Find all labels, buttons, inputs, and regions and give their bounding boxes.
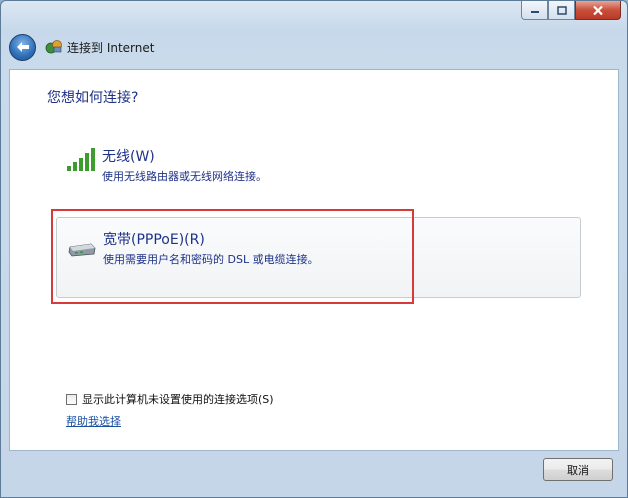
minimize-icon — [530, 11, 539, 13]
maximize-icon — [556, 5, 567, 15]
wireless-signal-icon — [67, 148, 95, 171]
minimize-button[interactable] — [521, 1, 548, 20]
option-wireless[interactable]: 无线(W) 使用无线路由器或无线网络连接。 — [56, 130, 581, 211]
show-unconfigured-options-label: 显示此计算机未设置使用的连接选项(S) — [82, 393, 274, 406]
help-me-choose-link[interactable]: 帮助我选择 — [66, 413, 121, 429]
window-title: 连接到 Internet — [67, 40, 155, 55]
maximize-button[interactable] — [548, 1, 575, 20]
close-icon — [593, 5, 603, 15]
close-button[interactable] — [575, 1, 621, 20]
show-unconfigured-options-checkbox[interactable] — [66, 393, 77, 405]
network-connection-icon — [45, 40, 62, 54]
caption-buttons — [521, 1, 621, 20]
back-button[interactable] — [9, 33, 36, 61]
option-wireless-description: 使用无线路由器或无线网络连接。 — [102, 170, 267, 183]
titlebar: 连接到 Internet — [9, 32, 154, 62]
connect-to-internet-dialog: 连接到 Internet 您想如何连接? 无线(W) 使用无线路由器或无线网络连… — [0, 0, 628, 498]
highlight-annotation-box — [51, 209, 414, 304]
dialog-content: 您想如何连接? 无线(W) 使用无线路由器或无线网络连接。 宽带(PPPoE)(… — [9, 69, 619, 451]
show-unconfigured-options-row[interactable]: 显示此计算机未设置使用的连接选项(S) — [66, 391, 274, 407]
page-heading: 您想如何连接? — [47, 90, 139, 106]
cancel-button[interactable]: 取消 — [543, 458, 613, 481]
option-wireless-title: 无线(W) — [102, 149, 155, 165]
arrow-left-icon — [16, 42, 29, 52]
